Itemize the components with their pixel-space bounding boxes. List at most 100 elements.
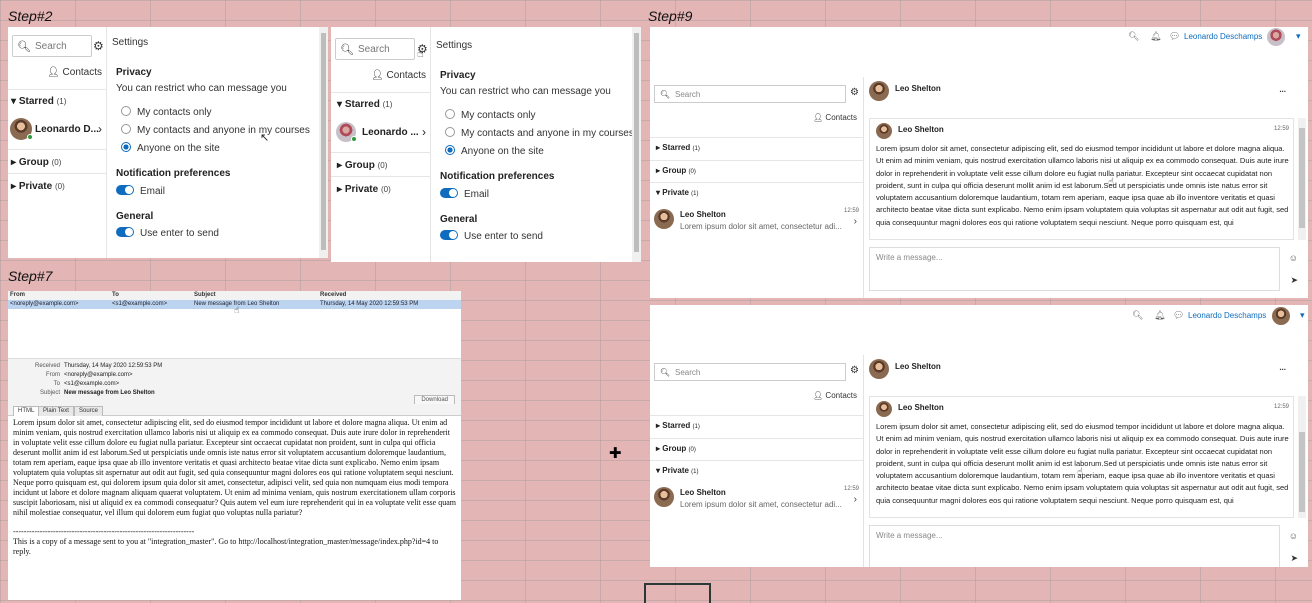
section-starred[interactable]: ▾ Starred (1) — [331, 92, 430, 114]
enter-toggle[interactable] — [116, 227, 134, 237]
caret-down-icon[interactable]: ▾ — [1300, 310, 1305, 321]
user-menu-name[interactable]: Leonardo Deschamps — [1184, 32, 1262, 41]
caret-right-icon: ▸ — [337, 184, 343, 195]
conversation-item[interactable]: Leo Shelton Lorem ipsum dolor sit amet, … — [650, 482, 863, 512]
radio-anyone[interactable]: Anyone on the site — [121, 142, 220, 154]
section-starred[interactable]: ▸ Starred (1) — [650, 137, 863, 155]
section-starred-label: Starred — [662, 421, 691, 430]
radio-contacts-only[interactable]: My contacts only — [121, 106, 211, 118]
section-group[interactable]: ▸ Group (0) — [650, 438, 863, 456]
conversation-item[interactable]: Leo Shelton Lorem ipsum dolor sit amet, … — [650, 204, 863, 234]
section-starred[interactable]: ▸ Starred (1) — [650, 415, 863, 433]
enter-toggle-row[interactable]: Use enter to send — [440, 230, 543, 242]
gear-icon[interactable]: ⚙ — [93, 39, 104, 53]
user-avatar[interactable] — [1267, 28, 1285, 46]
contacts-link[interactable]: 👤︎ Contacts — [813, 391, 857, 400]
radio-contacts-courses[interactable]: My contacts and anyone in my courses — [445, 127, 634, 139]
col-to[interactable]: To — [112, 292, 119, 298]
radio-circle[interactable] — [445, 127, 455, 137]
contact-item[interactable]: Leonardo ... › — [331, 116, 430, 148]
radio-anyone[interactable]: Anyone on the site — [445, 145, 544, 157]
settings-scrollbar[interactable] — [319, 27, 328, 258]
radio-circle[interactable] — [121, 124, 131, 134]
scrollbar-thumb[interactable] — [1299, 432, 1305, 512]
enter-toggle[interactable] — [440, 230, 458, 240]
scrollbar-thumb[interactable] — [634, 33, 639, 252]
tab-plain-text[interactable]: Plain Text — [38, 406, 74, 416]
radio-circle[interactable] — [121, 106, 131, 116]
radio-contacts-courses[interactable]: My contacts and anyone in my courses — [121, 124, 310, 136]
section-starred-label: Starred — [662, 143, 691, 152]
email-toggle[interactable] — [116, 185, 134, 195]
message-scrollbar[interactable] — [1298, 118, 1306, 240]
search-icon[interactable]: 🔍︎ — [1128, 31, 1139, 42]
settings-scrollbar[interactable] — [632, 27, 641, 262]
radio-circle-selected[interactable] — [445, 145, 455, 155]
caret-down-icon[interactable]: ▾ — [1296, 31, 1301, 42]
more-options-button[interactable]: ... — [1279, 363, 1286, 372]
user-avatar[interactable] — [1272, 307, 1290, 325]
enter-toggle-row[interactable]: Use enter to send — [116, 227, 219, 239]
section-starred[interactable]: ▾ Starred (1) — [8, 89, 106, 111]
privacy-heading: Privacy — [116, 67, 152, 78]
section-group[interactable]: ▸ Group (0) — [331, 152, 430, 176]
col-from[interactable]: From — [10, 292, 25, 298]
email-toggle-row[interactable]: Email — [440, 188, 489, 200]
contacts-link[interactable]: 👤︎ Contacts — [371, 70, 426, 81]
user-icon: 👤︎ — [371, 70, 384, 81]
gear-icon[interactable]: ⚙ — [850, 365, 859, 376]
emoji-icon[interactable]: ☺ — [1289, 253, 1298, 263]
search-input[interactable]: 🔍︎ Search — [12, 35, 92, 57]
scrollbar-thumb[interactable] — [321, 33, 326, 250]
message-sender: Leo Shelton — [898, 403, 944, 412]
caret-right-icon: ▸ — [337, 160, 343, 171]
radio-label: My contacts only — [461, 110, 536, 121]
radio-circle[interactable] — [445, 109, 455, 119]
conversation-preview: Lorem ipsum dolor sit amet, consectetur … — [680, 222, 842, 231]
more-options-button[interactable]: ... — [1279, 85, 1286, 94]
col-received[interactable]: Received — [320, 292, 346, 298]
section-group-label: Group — [344, 160, 375, 171]
radio-circle-selected[interactable] — [121, 142, 131, 152]
message-compose-input[interactable]: Write a message... — [869, 247, 1280, 291]
section-private[interactable]: ▸ Private (0) — [331, 176, 430, 200]
tab-html[interactable]: HTML — [13, 406, 40, 416]
meta-from-key: From — [46, 372, 60, 378]
search-input[interactable]: 🔍︎ Search — [335, 38, 415, 60]
radio-label: Anyone on the site — [137, 143, 220, 154]
send-icon[interactable]: ➤ — [1290, 275, 1298, 286]
message-scrollbar[interactable] — [1298, 396, 1306, 518]
chat-icon[interactable]: 💬︎ — [1173, 310, 1184, 321]
search-input[interactable]: 🔍︎ Search — [654, 85, 846, 103]
contacts-label: Contacts — [62, 67, 102, 78]
search-icon[interactable]: 🔍︎ — [1132, 310, 1143, 321]
contacts-link[interactable]: 👤︎ Contacts — [813, 113, 857, 122]
chat-icon[interactable]: 💬︎ — [1169, 31, 1180, 42]
caret-down-icon: ▾ — [11, 96, 17, 107]
section-group[interactable]: ▸ Group (0) — [8, 149, 106, 173]
section-private[interactable]: ▾ Private (1) — [650, 460, 863, 478]
general-heading: General — [440, 214, 478, 225]
email-toggle[interactable] — [440, 188, 458, 198]
search-input[interactable]: 🔍︎ Search — [654, 363, 846, 381]
message-compose-input[interactable]: Write a message... — [869, 525, 1280, 567]
send-icon[interactable]: ➤ — [1290, 553, 1298, 564]
conversation-header: Leo Shelton ... — [865, 77, 1308, 107]
user-menu-name[interactable]: Leonardo Deschamps — [1188, 311, 1266, 320]
section-private[interactable]: ▾ Private (1) — [650, 182, 863, 200]
chevron-right-icon: › — [98, 122, 102, 136]
contacts-link[interactable]: 👤︎ Contacts — [47, 67, 102, 78]
step-label-7: Step#7 — [8, 268, 53, 284]
section-private[interactable]: ▸ Private (0) — [8, 173, 106, 197]
section-group[interactable]: ▸ Group (0) — [650, 160, 863, 178]
emoji-icon[interactable]: ☺ — [1289, 531, 1298, 541]
scrollbar-thumb[interactable] — [1299, 128, 1305, 228]
col-subject[interactable]: Subject — [194, 292, 216, 298]
email-toggle-row[interactable]: Email — [116, 185, 165, 197]
radio-contacts-only[interactable]: My contacts only — [445, 109, 535, 121]
tab-source[interactable]: Source — [74, 406, 104, 416]
gear-icon[interactable]: ⚙ — [850, 87, 859, 98]
bell-icon[interactable]: 🔔︎ — [1150, 31, 1161, 42]
bell-icon[interactable]: 🔔︎ — [1154, 310, 1165, 321]
contact-item[interactable]: Leonardo D... › — [8, 113, 106, 145]
